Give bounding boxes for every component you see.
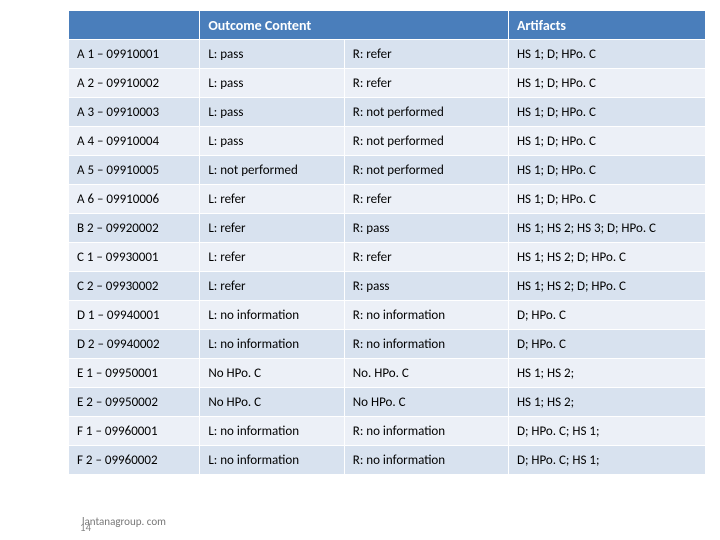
row-right-outcome: No HPo. C: [344, 388, 508, 417]
table-row: C 1 – 09930001L: referR: referHS 1; HS 2…: [69, 243, 706, 272]
row-artifacts: HS 1; HS 2;: [508, 388, 705, 417]
row-artifacts: HS 1; HS 2; D; HPo. C: [508, 272, 705, 301]
row-id: D 1 – 09940001: [69, 301, 200, 330]
row-right-outcome: R: no information: [344, 330, 508, 359]
row-left-outcome: L: not performed: [200, 156, 344, 185]
row-right-outcome: R: not performed: [344, 127, 508, 156]
page-number: 14: [80, 521, 91, 534]
table-row: E 2 – 09950002No HPo. CNo HPo. CHS 1; HS…: [69, 388, 706, 417]
row-right-outcome: R: refer: [344, 243, 508, 272]
table-row: D 2 – 09940002L: no informationR: no inf…: [69, 330, 706, 359]
table-row: B 2 – 09920002L: referR: passHS 1; HS 2;…: [69, 214, 706, 243]
table-header: Outcome Content Artifacts: [69, 11, 706, 40]
row-right-outcome: R: pass: [344, 214, 508, 243]
header-blank: [69, 11, 200, 40]
row-artifacts: HS 1; HS 2; D; HPo. C: [508, 243, 705, 272]
row-id: B 2 – 09920002: [69, 214, 200, 243]
row-artifacts: HS 1; HS 2; HS 3; D; HPo. C: [508, 214, 705, 243]
row-right-outcome: R: refer: [344, 185, 508, 214]
row-artifacts: HS 1; D; HPo. C: [508, 185, 705, 214]
row-right-outcome: R: not performed: [344, 98, 508, 127]
row-id: F 1 – 09960001: [69, 417, 200, 446]
row-artifacts: HS 1; D; HPo. C: [508, 40, 705, 69]
row-artifacts: HS 1; D; HPo. C: [508, 69, 705, 98]
row-artifacts: D; HPo. C: [508, 301, 705, 330]
table-row: A 2 – 09910002L: passR: referHS 1; D; HP…: [69, 69, 706, 98]
validation-table: Outcome Content Artifacts A 1 – 09910001…: [68, 10, 706, 475]
row-id: F 2 – 09960002: [69, 446, 200, 475]
row-id: D 2 – 09940002: [69, 330, 200, 359]
row-left-outcome: L: no information: [200, 417, 344, 446]
row-right-outcome: R: no information: [344, 301, 508, 330]
table-row: A 4 – 09910004L: passR: not performedHS …: [69, 127, 706, 156]
row-left-outcome: L: pass: [200, 98, 344, 127]
row-right-outcome: No. HPo. C: [344, 359, 508, 388]
row-artifacts: D; HPo. C; HS 1;: [508, 417, 705, 446]
row-left-outcome: L: refer: [200, 185, 344, 214]
row-left-outcome: L: pass: [200, 40, 344, 69]
table-row: C 2 – 09930002L: referR: passHS 1; HS 2;…: [69, 272, 706, 301]
row-artifacts: HS 1; D; HPo. C: [508, 156, 705, 185]
row-right-outcome: R: pass: [344, 272, 508, 301]
table-row: E 1 – 09950001No HPo. CNo. HPo. CHS 1; H…: [69, 359, 706, 388]
row-artifacts: HS 1; D; HPo. C: [508, 127, 705, 156]
header-artifacts: Artifacts: [508, 11, 705, 40]
row-artifacts: HS 1; D; HPo. C: [508, 98, 705, 127]
row-left-outcome: L: no information: [200, 330, 344, 359]
row-id: C 2 – 09930002: [69, 272, 200, 301]
row-left-outcome: L: refer: [200, 272, 344, 301]
row-right-outcome: R: refer: [344, 40, 508, 69]
row-right-outcome: R: not performed: [344, 156, 508, 185]
table-row: A 6 – 09910006L: referR: referHS 1; D; H…: [69, 185, 706, 214]
table-row: A 5 – 09910005L: not performedR: not per…: [69, 156, 706, 185]
row-id: A 1 – 09910001: [69, 40, 200, 69]
row-left-outcome: L: pass: [200, 127, 344, 156]
table-body: A 1 – 09910001L: passR: referHS 1; D; HP…: [69, 40, 706, 475]
row-id: A 3 – 09910003: [69, 98, 200, 127]
row-left-outcome: L: no information: [200, 446, 344, 475]
row-artifacts: D; HPo. C: [508, 330, 705, 359]
validation-table-container: Outcome Content Artifacts A 1 – 09910001…: [68, 10, 706, 475]
table-row: A 1 – 09910001L: passR: referHS 1; D; HP…: [69, 40, 706, 69]
row-id: E 2 – 09950002: [69, 388, 200, 417]
row-left-outcome: L: pass: [200, 69, 344, 98]
row-id: A 5 – 09910005: [69, 156, 200, 185]
row-left-outcome: L: refer: [200, 243, 344, 272]
row-left-outcome: No HPo. C: [200, 388, 344, 417]
footer-source: lantanagroup. com: [82, 515, 166, 528]
table-row: F 1 – 09960001L: no informationR: no inf…: [69, 417, 706, 446]
row-left-outcome: L: refer: [200, 214, 344, 243]
row-artifacts: D; HPo. C; HS 1;: [508, 446, 705, 475]
row-id: A 2 – 09910002: [69, 69, 200, 98]
row-right-outcome: R: no information: [344, 446, 508, 475]
row-id: A 6 – 09910006: [69, 185, 200, 214]
row-right-outcome: R: no information: [344, 417, 508, 446]
row-artifacts: HS 1; HS 2;: [508, 359, 705, 388]
row-id: A 4 – 09910004: [69, 127, 200, 156]
header-outcome-content: Outcome Content: [200, 11, 509, 40]
table-row: D 1 – 09940001L: no informationR: no inf…: [69, 301, 706, 330]
row-left-outcome: L: no information: [200, 301, 344, 330]
row-id: C 1 – 09930001: [69, 243, 200, 272]
row-right-outcome: R: refer: [344, 69, 508, 98]
table-row: F 2 – 09960002L: no informationR: no inf…: [69, 446, 706, 475]
row-id: E 1 – 09950001: [69, 359, 200, 388]
footer: lantanagroup. com 14: [82, 515, 166, 528]
table-row: A 3 – 09910003L: passR: not performedHS …: [69, 98, 706, 127]
row-left-outcome: No HPo. C: [200, 359, 344, 388]
